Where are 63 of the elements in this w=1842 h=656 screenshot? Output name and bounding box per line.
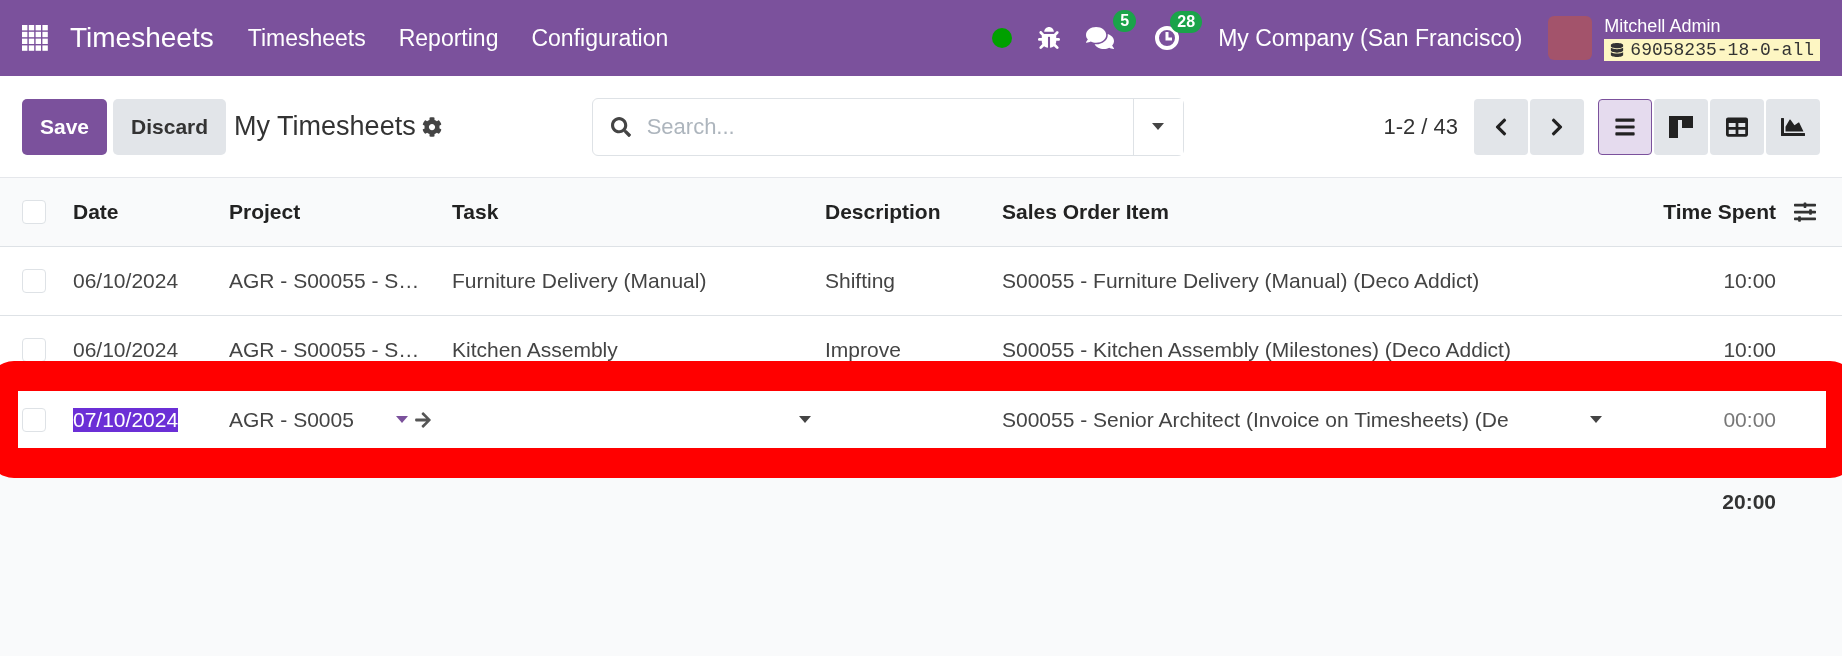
time-spent-input[interactable]: 00:00 — [1616, 407, 1776, 432]
company-switcher[interactable]: My Company (San Francisco) — [1218, 24, 1523, 52]
kanban-icon — [1669, 115, 1693, 138]
project-cell-text: AGR - S00055 - S… — [229, 338, 421, 362]
column-header[interactable]: Project — [229, 200, 452, 224]
activity-count: 28 — [1170, 11, 1203, 33]
task-cell-text: Furniture Delivery (Manual) — [452, 269, 708, 293]
sales-order-item-field[interactable]: S00055 - Senior Architect (Invoice on Timesheets) (De — [1002, 407, 1602, 432]
caret-icon — [799, 416, 811, 423]
time-spent-cell-text: 10:00 — [1722, 338, 1776, 362]
column-header[interactable]: Description — [825, 200, 1002, 224]
row-checkbox[interactable] — [22, 407, 46, 432]
menu-item[interactable]: Timesheets — [247, 24, 366, 52]
view-switch-button[interactable] — [1654, 98, 1708, 155]
save-button[interactable]: Save — [22, 98, 108, 155]
project-field[interactable]: AGR - S0005 — [229, 407, 408, 432]
pager-value[interactable]: 1-2 / 43 — [1383, 113, 1458, 140]
discard-button[interactable]: Discard — [113, 98, 227, 155]
menu-item[interactable]: Reporting — [398, 24, 499, 52]
total-time: 20:00 — [1721, 490, 1776, 514]
table-icon — [1726, 115, 1748, 138]
database-label: 69058235-18-0-all — [1604, 38, 1820, 61]
task-cell-text: Kitchen Assembly — [452, 338, 619, 362]
date-cell-text: 06/10/2024 — [73, 269, 180, 293]
clock-icon[interactable] — [1154, 25, 1181, 51]
description-cell-text: Shifting — [825, 269, 897, 293]
message-count: 5 — [1113, 10, 1137, 32]
view-switch-button[interactable] — [1766, 98, 1820, 155]
next-button[interactable] — [1530, 98, 1584, 155]
column-header[interactable]: Time Spent — [1616, 200, 1776, 224]
select-all-checkbox[interactable] — [22, 200, 46, 224]
search-options-toggle[interactable] — [1132, 98, 1183, 155]
column-header[interactable]: Sales Order Item — [1002, 200, 1616, 224]
description-cell-text: Improve — [825, 338, 902, 362]
caret-icon — [1152, 123, 1165, 130]
settings-icon[interactable] — [421, 116, 442, 137]
project-cell-text: AGR - S00055 - S… — [229, 269, 421, 293]
user-name[interactable]: Mitchell Admin — [1604, 15, 1820, 37]
column-header[interactable]: Task — [452, 200, 825, 224]
column-header[interactable]: Date — [73, 200, 229, 224]
menu-item[interactable]: Configuration — [531, 24, 669, 52]
search-field[interactable]: Search... — [591, 97, 1184, 156]
sales-order-item-cell-text: S00055 - Kitchen Assembly (Milestones) (Deco Addict) — [1002, 338, 1512, 362]
column-settings-icon[interactable] — [1794, 201, 1816, 223]
row-checkbox[interactable] — [22, 338, 46, 362]
view-switch-button[interactable] — [1598, 98, 1652, 155]
sales-order-item-cell-text: S00055 - Furniture Delivery (Manual) (Deco Addict) — [1002, 269, 1481, 293]
view-title: My Timesheets — [234, 111, 416, 142]
chat-icon[interactable] — [1086, 24, 1115, 52]
apps-grid-icon[interactable] — [22, 25, 48, 51]
bug-icon[interactable] — [1038, 27, 1061, 49]
view-switch-button[interactable] — [1710, 98, 1764, 155]
date-input[interactable]: 07/10/2024 — [73, 407, 179, 432]
caret-icon — [396, 416, 408, 423]
search-icon — [610, 116, 631, 137]
arrow-right-icon[interactable] — [414, 410, 432, 429]
app-name[interactable]: Timesheets — [70, 22, 214, 54]
previous-button[interactable] — [1474, 98, 1528, 155]
database-icon — [1610, 42, 1625, 57]
row-checkbox[interactable] — [22, 269, 46, 293]
caret-icon — [1590, 416, 1602, 423]
date-cell-text: 06/10/2024 — [73, 338, 180, 362]
time-spent-cell-text: 10:00 — [1722, 269, 1776, 293]
